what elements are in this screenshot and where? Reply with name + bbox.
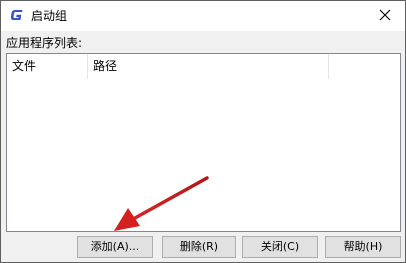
column-header-empty[interactable] bbox=[329, 54, 400, 79]
application-list-label: 应用程序列表: bbox=[6, 36, 83, 50]
delete-button[interactable]: 删除(R) bbox=[162, 236, 236, 258]
startup-group-dialog: 启动组 应用程序列表: 文件 路径 添加(A)... 删除(R) 关闭(C) 帮… bbox=[0, 0, 406, 263]
close-icon bbox=[379, 9, 391, 21]
list-header: 文件 路径 bbox=[7, 54, 400, 79]
close-button[interactable]: 关闭(C) bbox=[242, 236, 318, 258]
application-list[interactable]: 文件 路径 bbox=[6, 53, 401, 232]
column-header-path[interactable]: 路径 bbox=[88, 54, 329, 79]
title-bar: 启动组 bbox=[1, 1, 405, 31]
window-title: 启动组 bbox=[31, 9, 68, 23]
close-window-button[interactable] bbox=[371, 3, 399, 27]
help-button[interactable]: 帮助(H) bbox=[325, 236, 401, 258]
app-g-icon bbox=[10, 10, 23, 20]
add-button[interactable]: 添加(A)... bbox=[77, 236, 153, 258]
column-header-file[interactable]: 文件 bbox=[7, 54, 88, 79]
